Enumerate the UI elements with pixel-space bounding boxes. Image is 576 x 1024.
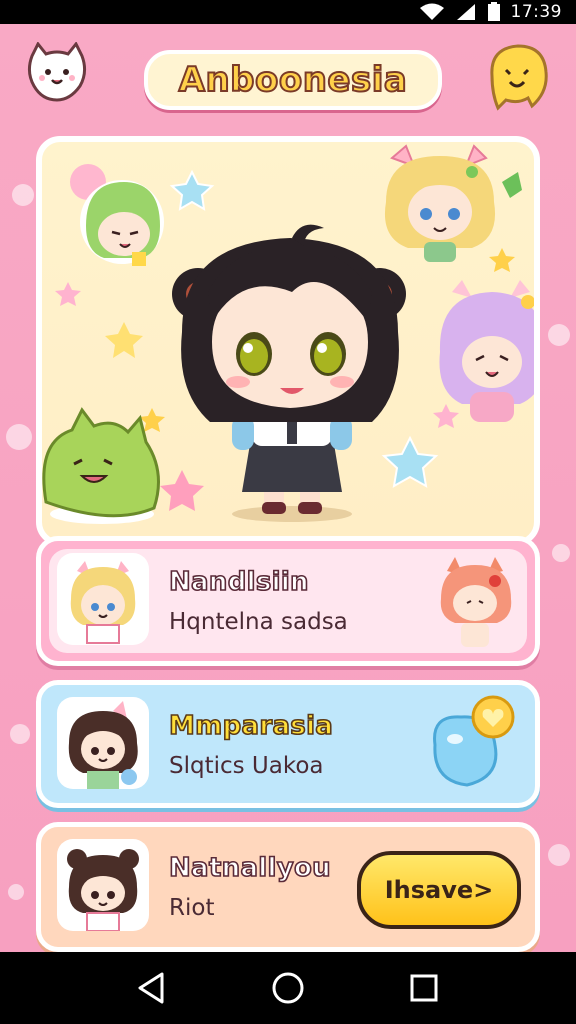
list-item-1-subtitle: Hqntelna sadsa	[169, 609, 348, 635]
heart-badge-icon[interactable]	[421, 695, 521, 795]
wifi-icon	[419, 3, 444, 20]
recents-icon[interactable]	[406, 970, 442, 1006]
main-chibi-girl[interactable]	[172, 224, 406, 522]
save-button-label: Ihsave>	[384, 876, 494, 904]
avatar-blonde-chibi	[57, 553, 149, 645]
list-item-1-title: Nandlsiin	[168, 566, 309, 598]
list-item-2-title: Mmparasia	[168, 710, 334, 742]
list-item-3[interactable]: Natnallyou Riot Ihsave>	[36, 822, 540, 952]
hero-character-card	[36, 136, 540, 546]
list-item-3-subtitle: Riot	[169, 895, 215, 921]
battery-icon	[487, 2, 500, 21]
list-item-3-title: Natnallyou	[168, 852, 331, 884]
android-nav-bar	[0, 952, 576, 1024]
back-icon[interactable]	[134, 970, 170, 1006]
hero-illustration	[42, 144, 540, 524]
status-icons: 17:39	[419, 0, 563, 24]
purple-hair-chibi[interactable]	[439, 280, 540, 422]
green-hair-chibi[interactable]	[80, 180, 164, 266]
avatar-bear-ear-chibi	[57, 839, 149, 931]
white-cat-mascot-icon	[27, 42, 87, 102]
list-item-2-subtitle: Slqtics Uakoa	[169, 753, 324, 779]
app-title: Anboonesia	[178, 59, 408, 101]
save-button[interactable]: Ihsave>	[357, 851, 521, 929]
app-title-banner: Anboonesia	[144, 50, 442, 110]
status-bar: 17:39	[0, 0, 576, 24]
app-screen: Anboonesia Nandlsiin Hqntelna sadsa Mmpa…	[0, 24, 576, 952]
signal-icon	[456, 4, 475, 20]
list-item-1[interactable]: Nandlsiin Hqntelna sadsa	[36, 536, 540, 666]
blonde-cat-ear-chibi[interactable]	[384, 144, 522, 262]
green-slime-mascot[interactable]	[42, 407, 160, 524]
yellow-blob-mascot-icon[interactable]	[482, 40, 552, 112]
list-item-2[interactable]: Mmparasia Slqtics Uakoa	[36, 680, 540, 808]
orange-cat-chibi-icon	[440, 557, 512, 647]
home-icon[interactable]	[270, 970, 306, 1006]
status-time: 17:39	[510, 2, 562, 22]
avatar-brown-hair-chibi	[57, 697, 149, 789]
